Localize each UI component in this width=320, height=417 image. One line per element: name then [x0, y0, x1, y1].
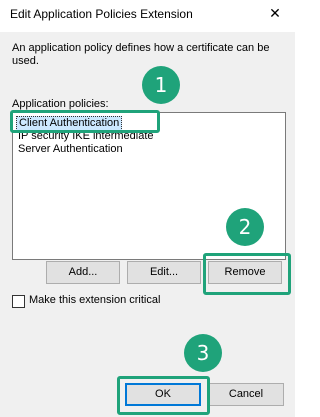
step-badge-3: 3: [184, 334, 222, 372]
list-item-server-authentication[interactable]: Server Authentication: [16, 143, 125, 156]
policies-label: Application policies:: [12, 98, 109, 110]
close-icon[interactable]: ✕: [265, 3, 285, 23]
highlight-ok-button: [117, 376, 210, 415]
edit-button[interactable]: Edit...: [127, 261, 201, 284]
critical-checkbox-label[interactable]: Make this extension critical: [29, 294, 160, 306]
cancel-button[interactable]: Cancel: [208, 383, 284, 406]
highlight-client-authentication: [10, 110, 160, 133]
step-badge-1: 1: [142, 66, 180, 104]
add-button[interactable]: Add...: [46, 261, 120, 284]
highlight-remove-button: [203, 253, 291, 295]
step-badge-2: 2: [226, 208, 264, 246]
window-title: Edit Application Policies Extension: [10, 7, 193, 21]
critical-checkbox[interactable]: [12, 295, 25, 308]
description-text: An application policy defines how a cert…: [12, 42, 270, 67]
